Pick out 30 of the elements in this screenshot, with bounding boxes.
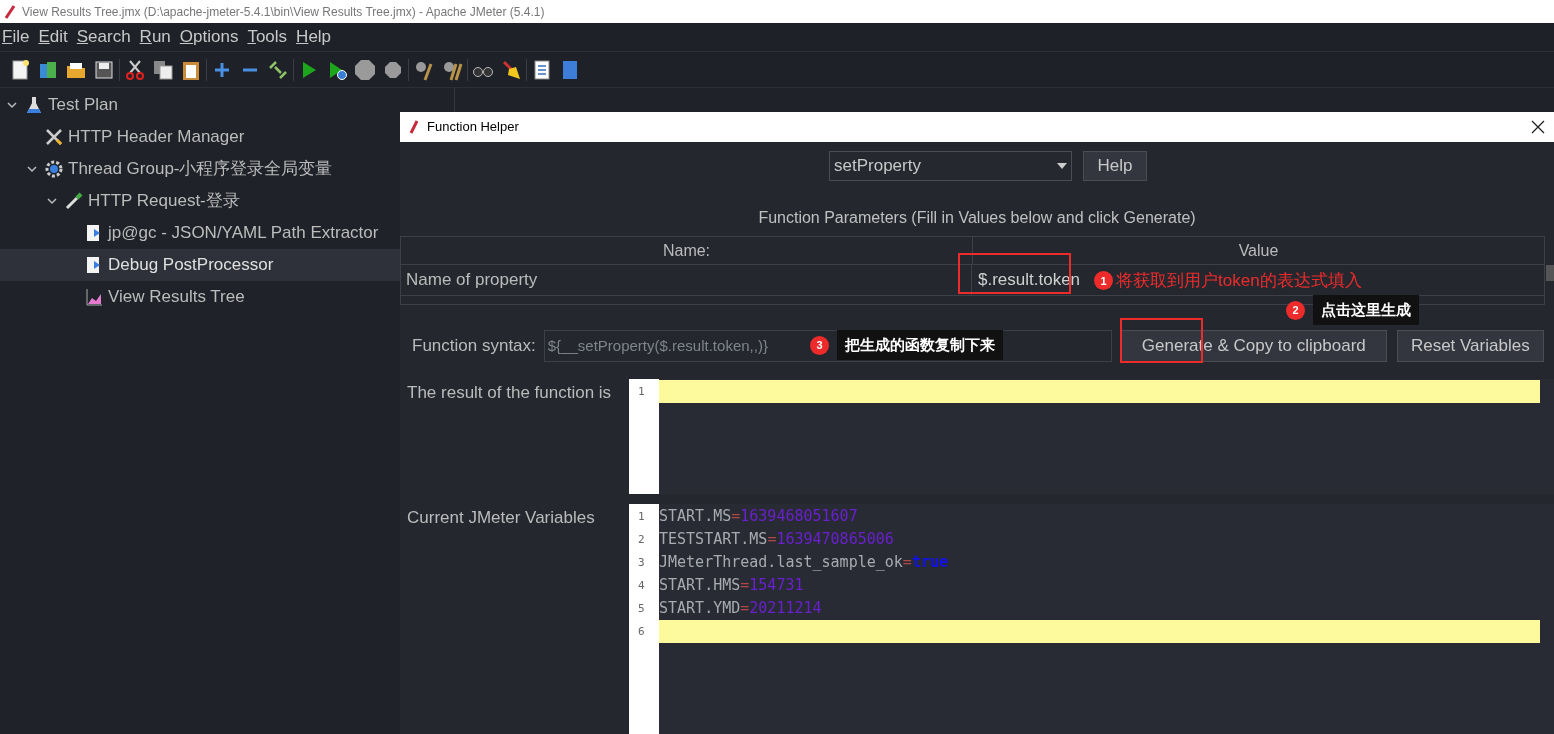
tree-label: HTTP Request-登录 (88, 190, 240, 213)
params-title: Function Parameters (Fill in Values below and click Generate) (757, 208, 1197, 228)
annotation-tooltip: 点击这里生成 (1313, 295, 1419, 325)
code-line: TESTSTART.MS=1639470865006 (659, 530, 894, 548)
code-line: START.HMS=154731 (659, 576, 804, 594)
tree-label: HTTP Header Manager (68, 126, 245, 149)
line-number: 1 (637, 384, 646, 400)
line-number: 3 (637, 555, 646, 571)
window-title: View Results Tree.jmx (D:\apache-jmeter-5.4.1\bin\View Results Tree.jmx) - Apache JMeter (5.4.1) (22, 3, 545, 21)
line-number: 5 (637, 601, 646, 617)
code-line: START.MS=1639468051607 (659, 507, 858, 525)
tree-label: Test Plan (48, 94, 118, 117)
code-line: START.YMD=20211214 (659, 599, 822, 617)
tree-label: Debug PostProcessor (108, 254, 274, 277)
annotation-tooltip: 把生成的函数复制下来 (837, 330, 1003, 360)
syntax-label: Function syntax: (412, 335, 536, 358)
column-header: Name: (661, 240, 712, 261)
line-number: 6 (637, 624, 646, 640)
tree-label: View Results Tree (108, 286, 245, 309)
line-number: 2 (637, 532, 646, 548)
variables-label: Current JMeter Variables (406, 507, 596, 529)
code-line: JMeterThread.last_sample_ok=true (659, 553, 948, 571)
line-number: 4 (637, 578, 646, 594)
tree-label: Thread Group-小程序登录全局变量 (68, 158, 333, 181)
annotation-text: 将获取到用户token的表达式填入 (1116, 270, 1362, 292)
column-header: Value (972, 237, 1544, 264)
result-label: The result of the function is (406, 382, 613, 404)
line-number: 1 (637, 509, 646, 525)
tree-label: jp@gc - JSON/YAML Path Extractor (108, 222, 379, 245)
dialog-title: Function Helper (427, 118, 520, 137)
